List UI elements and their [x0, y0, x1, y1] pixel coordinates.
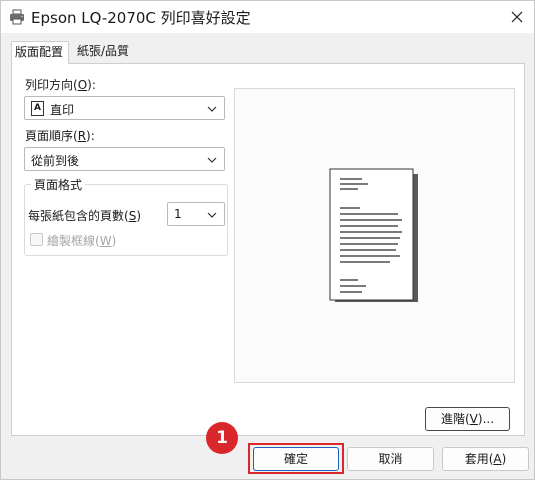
page-order-dropdown[interactable]: 從前到後 [24, 147, 225, 171]
chevron-down-icon [207, 212, 217, 218]
orientation-label: 列印方向(O): [25, 78, 96, 92]
page-preview-image [329, 168, 418, 302]
orientation-dropdown[interactable]: A 直印 [24, 96, 225, 120]
close-icon [511, 11, 523, 23]
advanced-button[interactable]: 進階(V)... [425, 407, 510, 431]
layout-tab-panel: 列印方向(O): A 直印 頁面順序(R): 從前到後 頁面格式 每張紙包含的頁… [11, 63, 525, 436]
page-format-group: 頁面格式 每張紙包含的頁數(S) 1 繪製框線(W) [24, 176, 228, 256]
page-format-title: 頁面格式 [31, 176, 86, 193]
cancel-button[interactable]: 取消 [347, 447, 434, 471]
printing-preferences-dialog: Epson LQ-2070C 列印喜好設定 版面配置 紙張/品質 列印方向(O)… [0, 0, 535, 480]
portrait-icon: A [31, 101, 44, 116]
draw-borders-checkbox[interactable] [30, 233, 43, 246]
page-order-value: 從前到後 [31, 154, 80, 168]
step-badge: 1 [206, 422, 238, 454]
chevron-down-icon [207, 106, 217, 112]
apply-button[interactable]: 套用(A) [442, 447, 529, 471]
orientation-value: 直印 [50, 103, 75, 117]
pages-per-sheet-dropdown[interactable]: 1 [167, 202, 225, 226]
title-bar: Epson LQ-2070C 列印喜好設定 [1, 1, 534, 33]
ok-button-highlight [248, 443, 344, 474]
pages-per-sheet-label: 每張紙包含的頁數(S) [28, 209, 141, 223]
chevron-down-icon [207, 157, 217, 163]
tab-paper-quality[interactable]: 紙張/品質 [74, 41, 144, 63]
page-order-label: 頁面順序(R): [25, 129, 95, 143]
draw-borders-label: 繪製框線(W) [47, 234, 117, 248]
pages-per-sheet-value: 1 [174, 207, 182, 221]
printer-icon [10, 9, 24, 25]
page-preview [234, 88, 515, 383]
tab-layout[interactable]: 版面配置 [11, 41, 69, 64]
window-title: Epson LQ-2070C 列印喜好設定 [31, 9, 251, 27]
close-button[interactable] [504, 5, 530, 29]
